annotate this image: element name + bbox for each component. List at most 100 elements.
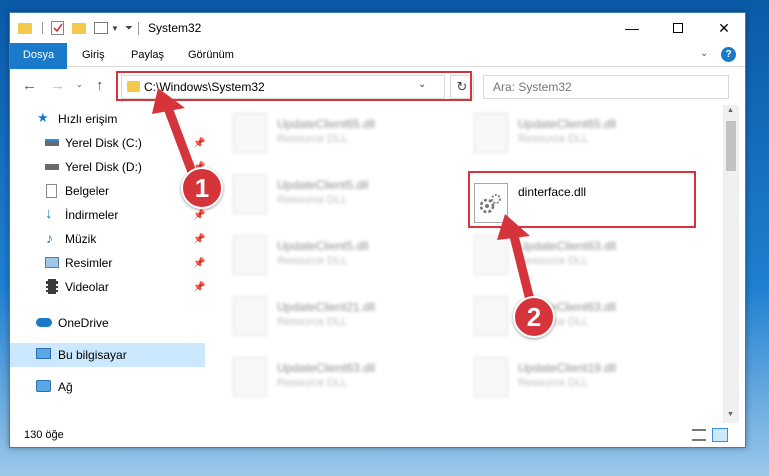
sidebar-item-onedrive[interactable]: OneDrive — [10, 311, 205, 335]
file-item[interactable]: UpdateClient65.dll Resource DLL — [474, 113, 694, 153]
sidebar-item-label: Belgeler — [65, 184, 110, 198]
help-icon[interactable]: ? — [721, 47, 736, 62]
title-bar: ▼ ⏷ System32 — ✕ — [10, 13, 745, 43]
file-name: UpdateClient21.dll — [277, 300, 376, 314]
pin-icon[interactable]: 📌 — [193, 210, 205, 221]
file-type: Resource DLL — [277, 255, 348, 267]
scrollbar-thumb[interactable] — [726, 121, 736, 171]
back-arrow-icon[interactable]: ← — [22, 77, 37, 94]
sidebar-item-label: Bu bilgisayar — [58, 348, 127, 362]
sidebar-item-disk-c[interactable]: Yerel Disk (C:) 📌 — [10, 131, 205, 155]
file-explorer-window: ▼ ⏷ System32 — ✕ Dosya Giriş Paylaş Görü… — [9, 12, 746, 448]
dll-file-icon — [474, 235, 508, 275]
separator — [42, 22, 43, 34]
status-bar: 130 öğe — [10, 425, 745, 447]
file-name: UpdateClient63.dll — [277, 361, 376, 375]
sidebar-item-downloads[interactable]: ↓ İndirmeler 📌 — [10, 203, 205, 227]
sidebar-item-disk-d[interactable]: Yerel Disk (D:) 📌 — [10, 155, 205, 179]
file-item[interactable]: UpdateClient63.dll Resource DLL — [233, 357, 453, 397]
tab-share[interactable]: Paylaş — [121, 43, 174, 67]
dll-file-icon — [233, 296, 267, 336]
search-input[interactable] — [483, 75, 729, 99]
details-view-icon[interactable] — [692, 429, 706, 441]
sidebar-item-quick-access[interactable]: ★ Hızlı erişim — [10, 107, 205, 131]
step-badge-2: 2 — [513, 296, 555, 338]
scroll-up-icon[interactable]: ▲ — [727, 107, 734, 114]
sidebar-item-label: OneDrive — [58, 316, 109, 330]
sidebar-item-this-pc[interactable]: Bu bilgisayar — [10, 343, 205, 367]
sidebar-item-label: Resimler — [65, 256, 113, 270]
recent-locations-icon[interactable]: ⌄ — [76, 80, 83, 89]
sidebar-item-music[interactable]: ♪ Müzik 📌 — [10, 227, 205, 251]
sidebar-item-label: Ağ — [58, 380, 73, 394]
drive-icon — [45, 164, 59, 170]
sidebar-item-label: Videolar — [65, 280, 109, 294]
pin-icon[interactable]: 📌 — [193, 258, 205, 269]
forward-arrow-icon[interactable]: → — [50, 77, 65, 94]
pin-icon[interactable]: 📌 — [193, 138, 205, 149]
file-type: Resource DLL — [518, 377, 589, 389]
file-item[interactable]: UpdateClient21.dll Resource DLL — [233, 296, 453, 336]
file-highlight-box — [468, 171, 696, 228]
file-item[interactable]: UpdateClient63.dll Resource DLL — [474, 296, 694, 336]
close-button[interactable]: ✕ — [701, 13, 747, 43]
separator — [138, 22, 139, 35]
address-highlight-box — [116, 71, 472, 101]
expand-ribbon-icon[interactable]: ⌄ — [700, 48, 708, 59]
pin-icon[interactable]: 📌 — [193, 282, 205, 293]
minimize-button[interactable]: — — [609, 13, 655, 43]
dll-file-icon — [233, 357, 267, 397]
file-type: Resource DLL — [518, 255, 589, 267]
video-icon — [46, 279, 58, 294]
computer-icon — [36, 348, 51, 359]
dll-file-icon — [233, 174, 267, 214]
vertical-scrollbar[interactable]: ▲ ▼ — [723, 105, 739, 423]
new-folder-icon[interactable] — [72, 22, 86, 34]
chevron-down-icon[interactable]: ▼ — [111, 24, 119, 33]
maximize-icon — [673, 23, 683, 33]
file-item[interactable]: UpdateClient19.dll Resource DLL — [474, 357, 694, 397]
sidebar-item-videos[interactable]: Videolar 📌 — [10, 275, 205, 299]
folder-icon — [18, 22, 32, 34]
close-icon: ✕ — [718, 19, 730, 36]
download-icon: ↓ — [45, 205, 53, 222]
sidebar-item-documents[interactable]: Belgeler 📌 — [10, 179, 205, 203]
file-name: UpdateClient65.dll — [277, 117, 376, 131]
music-icon: ♪ — [46, 230, 53, 246]
dropdown-icon[interactable]: ⏷ — [125, 23, 133, 34]
dll-file-icon — [233, 235, 267, 275]
cloud-icon — [36, 318, 52, 327]
navigation-bar: ← → ⌄ ↑ C:\Windows\System32 ⌄ ↻ — [10, 69, 745, 103]
file-item[interactable]: UpdateClient5.dll Resource DLL — [233, 174, 453, 214]
dll-file-icon — [474, 357, 508, 397]
sidebar-item-network[interactable]: Ağ — [10, 375, 205, 399]
drive-icon — [45, 139, 59, 146]
dll-file-icon — [474, 296, 508, 336]
customize-icon[interactable] — [94, 22, 108, 34]
large-icons-view-icon[interactable] — [712, 428, 728, 442]
maximize-button[interactable] — [655, 13, 701, 43]
file-item[interactable]: UpdateClient5.dll Resource DLL — [233, 235, 453, 275]
file-name: UpdateClient65.dll — [518, 117, 617, 131]
tab-view[interactable]: Görünüm — [178, 43, 244, 67]
up-arrow-icon[interactable]: ↑ — [96, 77, 104, 94]
file-item[interactable]: UpdateClient65.dll Resource DLL — [233, 113, 453, 153]
file-type: Resource DLL — [277, 316, 348, 328]
sidebar-item-label: Yerel Disk (D:) — [65, 160, 142, 174]
scroll-down-icon[interactable]: ▼ — [727, 411, 734, 418]
navigation-pane: ★ Hızlı erişim Yerel Disk (C:) 📌 Yerel D… — [10, 105, 205, 423]
properties-icon[interactable] — [51, 21, 64, 35]
file-type: Resource DLL — [277, 133, 348, 145]
file-name: UpdateClient5.dll — [277, 178, 369, 192]
pin-icon[interactable]: 📌 — [193, 234, 205, 245]
sidebar-item-pictures[interactable]: Resimler 📌 — [10, 251, 205, 275]
sidebar-item-label: Yerel Disk (C:) — [65, 136, 142, 150]
window-title: System32 — [148, 21, 202, 35]
sidebar-item-label: Müzik — [65, 232, 97, 246]
file-list: UpdateClient65.dll Resource DLL UpdateCl… — [208, 105, 722, 423]
file-item[interactable]: UpdateClient63.dll Resource DLL — [474, 235, 694, 275]
minimize-icon: — — [625, 20, 639, 36]
step-badge-1: 1 — [181, 167, 223, 209]
tab-home[interactable]: Giriş — [72, 43, 115, 67]
file-name: UpdateClient5.dll — [277, 239, 369, 253]
